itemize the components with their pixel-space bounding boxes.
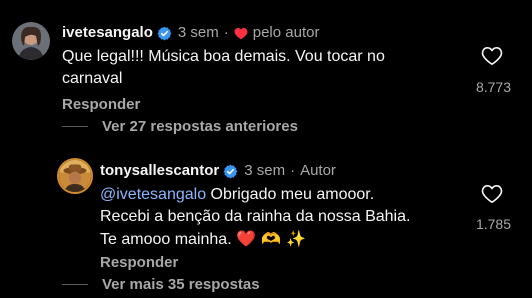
comment-text-line3: Te amooo mainha.: [100, 231, 237, 248]
comment-username[interactable]: tonysallescantor: [100, 162, 219, 180]
author-label: Autor: [300, 162, 336, 179]
divider-line: [62, 284, 88, 285]
like-heart-icon[interactable]: [481, 46, 503, 66]
avatar-ivetesangalo[interactable]: [12, 22, 50, 60]
author-liked-heart-icon: [234, 27, 248, 40]
reply-button[interactable]: Responder: [100, 254, 178, 271]
verified-badge-icon: [157, 26, 172, 41]
comment-time: 3 sem: [244, 162, 286, 179]
view-more-replies-label[interactable]: Ver mais 35 respostas: [102, 276, 260, 293]
like-count: 8.773: [475, 79, 511, 95]
divider-line: [62, 126, 88, 127]
comment-text: Que legal!!! Música boa demais. Vou toca…: [62, 48, 385, 87]
verified-badge-icon: [223, 164, 238, 179]
like-count: 1.785: [475, 216, 511, 232]
comment-username[interactable]: ivetesangalo: [62, 24, 153, 42]
like-heart-icon[interactable]: [481, 184, 503, 204]
comment-text-line2: Recebi a benção da rainha da nossa Bahia…: [100, 208, 411, 225]
comment-text-line1: Obrigado meu amooor.: [206, 186, 375, 203]
comment-time: 3 sem: [177, 24, 219, 41]
mention-link[interactable]: @ivetesangalo: [100, 186, 206, 203]
view-previous-replies-label[interactable]: Ver 27 respostas anteriores: [102, 118, 298, 135]
separator-dot: ·: [290, 162, 296, 179]
comment-text: @ivetesangalo Obrigado meu amooor. Receb…: [100, 184, 460, 251]
liked-by-author-label: pelo autor: [252, 24, 320, 41]
view-previous-replies[interactable]: Ver 27 respostas anteriores: [62, 118, 298, 135]
emoji-sequence: ❤️ 🫶 ✨: [236, 229, 307, 248]
reply-button[interactable]: Responder: [62, 96, 140, 113]
avatar-tonysallescantor[interactable]: [57, 158, 93, 194]
separator-dot: ·: [223, 24, 229, 41]
view-more-replies[interactable]: Ver mais 35 respostas: [62, 276, 260, 293]
